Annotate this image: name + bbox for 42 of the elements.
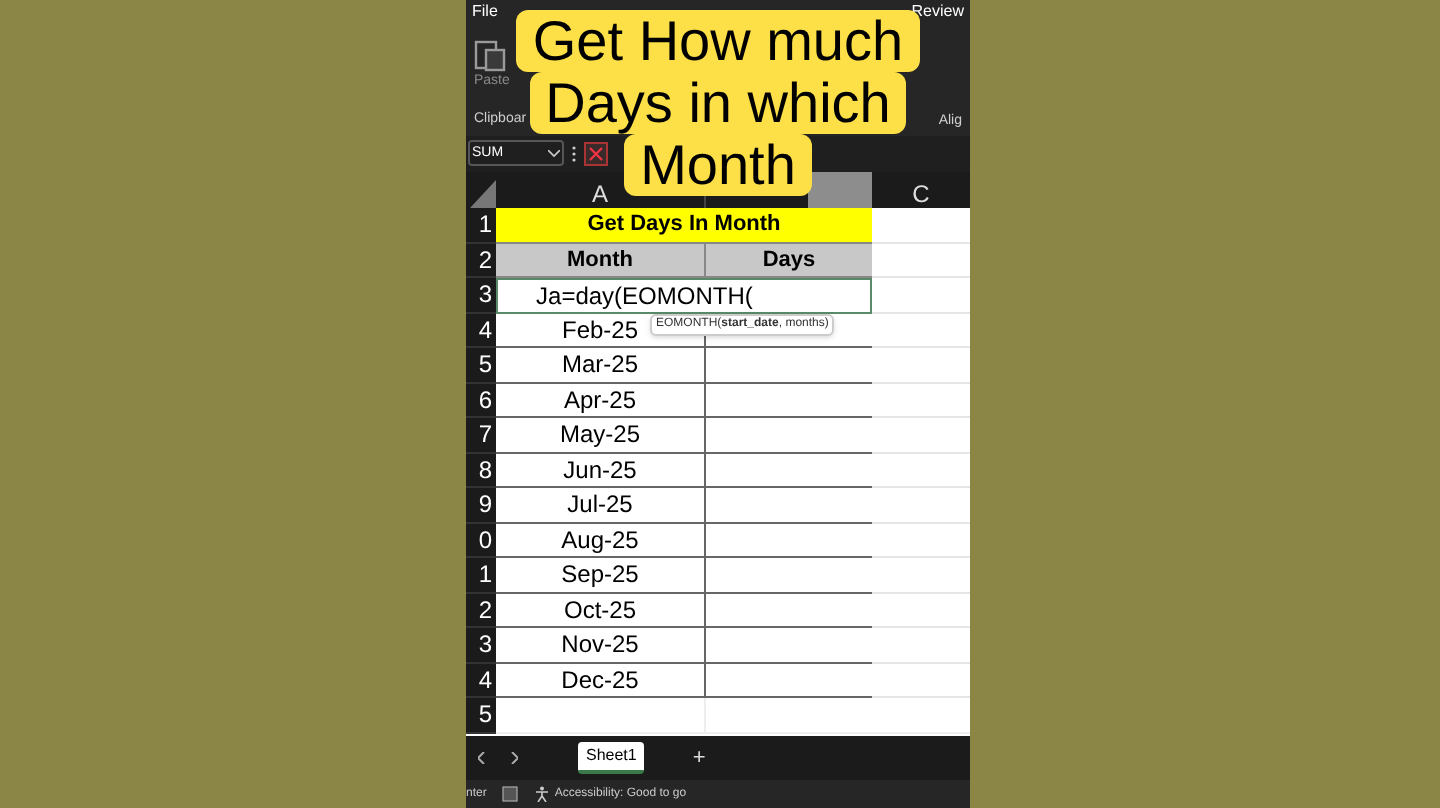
- month-cell: Nov-25: [496, 628, 706, 663]
- previous-sheet-icon[interactable]: [478, 752, 486, 764]
- row-number: 3: [478, 632, 492, 657]
- month-cell: Jun-25: [496, 453, 706, 488]
- editing-cell[interactable]: Ja=day(EOMONTH(: [496, 278, 872, 313]
- month-cell: Aug-25: [496, 523, 706, 558]
- row-number: 1: [478, 562, 492, 587]
- row-number: 4: [478, 667, 492, 692]
- month-cell: Oct-25: [496, 593, 706, 628]
- ribbon-tab[interactable]: File: [472, 4, 498, 20]
- sheet-tab[interactable]: Sheet1: [578, 742, 645, 774]
- row-number: 2: [478, 247, 492, 272]
- month-cell: Dec-25: [496, 663, 706, 698]
- row-number: 0: [478, 527, 492, 552]
- row-number: 4: [478, 317, 492, 342]
- header-cell: Days: [706, 243, 872, 278]
- add-sheet-button[interactable]: +: [692, 741, 706, 775]
- row-number: 2: [478, 597, 492, 622]
- row-number: 7: [478, 422, 492, 447]
- month-cell: May-25: [496, 418, 706, 453]
- header-cell: Month: [496, 243, 706, 278]
- cancel-icon[interactable]: [584, 141, 608, 165]
- month-cell: Sep-25: [496, 558, 706, 593]
- paste-icon[interactable]: [474, 36, 506, 72]
- row-number: 1: [478, 212, 492, 237]
- column-header[interactable]: A: [591, 182, 608, 206]
- accessibility-icon: [534, 786, 551, 802]
- month-cell: Mar-25: [496, 348, 706, 383]
- row-number: 9: [478, 492, 492, 517]
- row-number: 5: [478, 702, 492, 727]
- column-header[interactable]: C: [912, 182, 930, 206]
- next-sheet-icon[interactable]: [510, 752, 518, 764]
- row-number: 8: [478, 457, 492, 482]
- banner-cell: Get Days In Month: [496, 208, 872, 243]
- formula-text: =day(EOMONTH(: [561, 279, 753, 314]
- row-number: 3: [478, 282, 492, 307]
- cell-text: Ja: [536, 279, 562, 314]
- dropdown-icon: [548, 149, 560, 157]
- row-number: 6: [478, 387, 492, 412]
- month-cell: Jul-25: [496, 488, 706, 523]
- row-number: 5: [478, 352, 492, 377]
- month-cell: Apr-25: [496, 383, 706, 418]
